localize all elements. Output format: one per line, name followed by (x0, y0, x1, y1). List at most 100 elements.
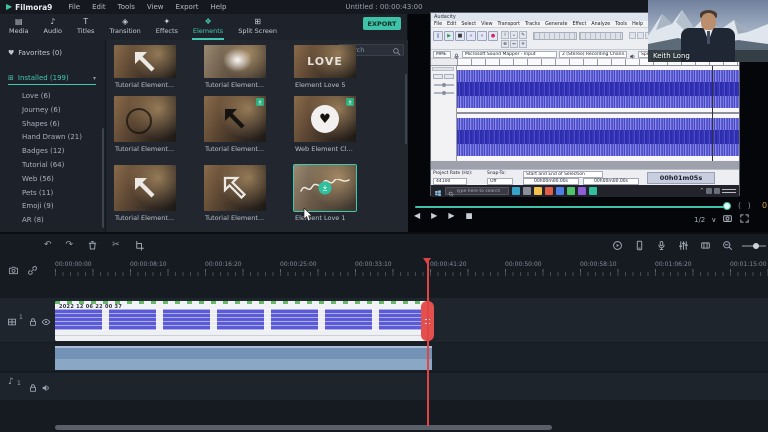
menu-view[interactable]: View (147, 3, 164, 11)
toolbar-zoom-out-icon[interactable] (722, 236, 733, 255)
taskbar-icon-file-explorer[interactable] (534, 187, 542, 195)
toolbar-delete-icon[interactable] (87, 236, 98, 255)
export-button[interactable]: EXPORT (363, 17, 401, 30)
tool-button-4[interactable]: ↔ (510, 40, 518, 48)
tab-elements[interactable]: ❖ Elements (192, 16, 224, 38)
element-card[interactable]: Tutorial Element... (114, 96, 202, 153)
audacity-menu-view[interactable]: View (481, 22, 492, 27)
taskbar-icon-app-green[interactable] (567, 187, 575, 195)
pan-slider[interactable] (434, 91, 454, 95)
skip-to-end-button[interactable]: » (477, 31, 487, 41)
snapshot-icon[interactable] (722, 213, 733, 226)
toolbar-undo-icon[interactable]: ↶ (44, 240, 52, 250)
audacity-menu-analyze[interactable]: Analyze (591, 22, 610, 27)
taskbar-icon-app-teal[interactable] (589, 187, 597, 195)
sidebar-item-pets[interactable]: Pets (11) (22, 187, 82, 201)
sidebar-item-emoji[interactable]: Emoji (9) (22, 200, 82, 214)
audacity-menu-effect[interactable]: Effect (573, 22, 587, 27)
sidebar-item-journey[interactable]: Journey (6) (22, 104, 82, 118)
taskbar-icon-app-blue[interactable] (556, 187, 564, 195)
element-card[interactable]: Tutorial Element... (114, 45, 202, 89)
taskbar-icon-cortana[interactable] (512, 187, 520, 195)
toolbar-render-preview-icon[interactable] (612, 236, 623, 255)
menu-edit[interactable]: Edit (92, 3, 106, 11)
timeline-zoom-handle[interactable] (753, 242, 759, 249)
windows-start-icon[interactable] (434, 182, 442, 201)
tab-effects[interactable]: ✦ Effects (155, 16, 179, 38)
tab-titles[interactable]: T Titles (76, 16, 95, 38)
toolbar-crop-icon[interactable] (134, 236, 145, 255)
sidebar-item-badges[interactable]: Badges (12) (22, 145, 82, 159)
lock-icon[interactable] (28, 378, 38, 397)
stop-button[interactable]: ■ (455, 31, 465, 41)
menu-help[interactable]: Help (210, 3, 226, 11)
sidebar-item-installed[interactable]: ⊞ Installed (199) ▾ (8, 74, 96, 85)
audacity-menu-transport[interactable]: Transport (498, 22, 521, 27)
timeline-ruler[interactable]: 00:00:00:00 00:00:08:10 00:00:16:20 00:00:2… (0, 258, 768, 303)
tool-button-0[interactable]: I (501, 31, 509, 39)
audio-position-field[interactable]: 00h01m05s (647, 172, 715, 184)
snap-to-select[interactable]: Off (487, 178, 513, 185)
preview-seek-handle[interactable] (723, 202, 731, 210)
tab-audio[interactable]: ♪ Audio (43, 16, 63, 38)
tab-split-screen[interactable]: ⊞ Split Screen (237, 16, 278, 38)
sidebar-item-hand[interactable]: Hand Drawn (21) (22, 131, 82, 145)
edit-toolbar-button[interactable] (637, 32, 644, 39)
audacity-menu-select[interactable]: Select (461, 22, 476, 27)
playback-quality-select[interactable]: 1/2 (694, 216, 705, 224)
element-card[interactable]: Tutorial Element... (204, 96, 292, 153)
sidebar-item-favorites[interactable]: ♥ Favorites (0) (8, 49, 62, 57)
recording-device-select[interactable]: Microsoft Sound Mapper - Input (462, 50, 557, 58)
tool-button-5[interactable]: ✳ (519, 40, 527, 48)
audacity-menu-help[interactable]: Help (632, 22, 643, 27)
toolbar-split-scissors-icon[interactable]: ✂ (112, 240, 120, 250)
recording-channels-select[interactable]: 2 (Stereo) Recording Chann... (559, 50, 627, 58)
taskbar-icon-browser[interactable] (545, 187, 553, 195)
menu-export[interactable]: Export (176, 3, 199, 11)
stop-button[interactable]: ■ (465, 212, 472, 220)
gain-slider[interactable] (434, 83, 454, 87)
step-forward-button[interactable]: ▶ (448, 212, 454, 220)
chevron-down-icon[interactable]: ∨ (711, 216, 716, 224)
toolbar-marker-icon[interactable] (700, 236, 711, 255)
snapshot-track-icon[interactable] (8, 261, 19, 280)
sidebar-item-love[interactable]: Love (6) (22, 90, 82, 104)
audacity-menu-generate[interactable]: Generate (545, 22, 567, 27)
selection-end-field[interactable]: 00h00m00.00s (583, 178, 639, 185)
toolbar-connect-device-icon[interactable] (634, 236, 645, 255)
element-card[interactable]: Tutorial Element... (114, 165, 202, 222)
tray-icon[interactable] (714, 188, 720, 194)
sidebar-item-shapes[interactable]: Shapes (6) (22, 118, 82, 132)
waveform-area[interactable] (457, 66, 739, 161)
fullscreen-icon[interactable] (739, 213, 750, 226)
selection-mode-select[interactable]: Start and End of Selection (523, 171, 603, 178)
audacity-menu-tracks[interactable]: Tracks (525, 22, 540, 27)
element-card[interactable]: ♥ Web Element Cl... (294, 96, 382, 153)
audio-track-lane[interactable] (0, 373, 768, 400)
speaker-icon[interactable] (41, 378, 51, 397)
video-clip[interactable]: 2022 12 06 22 00 37 (55, 301, 427, 341)
audacity-menu-tools[interactable]: Tools (615, 22, 627, 27)
menu-tools[interactable]: Tools (118, 3, 135, 11)
eye-icon[interactable] (41, 312, 51, 331)
menu-file[interactable]: File (68, 3, 80, 11)
link-icon[interactable] (27, 261, 38, 280)
edit-toolbar-button[interactable] (629, 32, 636, 39)
clip-audio-band[interactable] (55, 346, 432, 370)
pause-button[interactable]: ∥ (433, 31, 443, 41)
preview-seek-bar[interactable] (415, 206, 729, 208)
step-backward-button[interactable]: ◀ (414, 212, 420, 220)
skip-to-start-button[interactable]: « (466, 31, 476, 41)
mute-button[interactable] (433, 74, 443, 79)
element-card[interactable]: Tutorial Element... (204, 45, 292, 89)
toolbar-record-voiceover-icon[interactable] (656, 236, 667, 255)
mark-in-out-icons[interactable]: ( ) (738, 201, 753, 210)
element-card[interactable]: LOVE Element Love 5 (294, 45, 382, 89)
element-card[interactable]: Element Love 1 (293, 164, 382, 222)
tool-button-3[interactable]: ⊕ (501, 40, 509, 48)
toolbar-redo-icon[interactable]: ↷ (66, 240, 74, 250)
sidebar-scrollbar[interactable] (102, 128, 104, 228)
timeline-scrollbar[interactable] (55, 425, 552, 430)
taskbar-icon-app-purple[interactable] (578, 187, 586, 195)
tab-media[interactable]: ▤ Media (8, 16, 30, 38)
